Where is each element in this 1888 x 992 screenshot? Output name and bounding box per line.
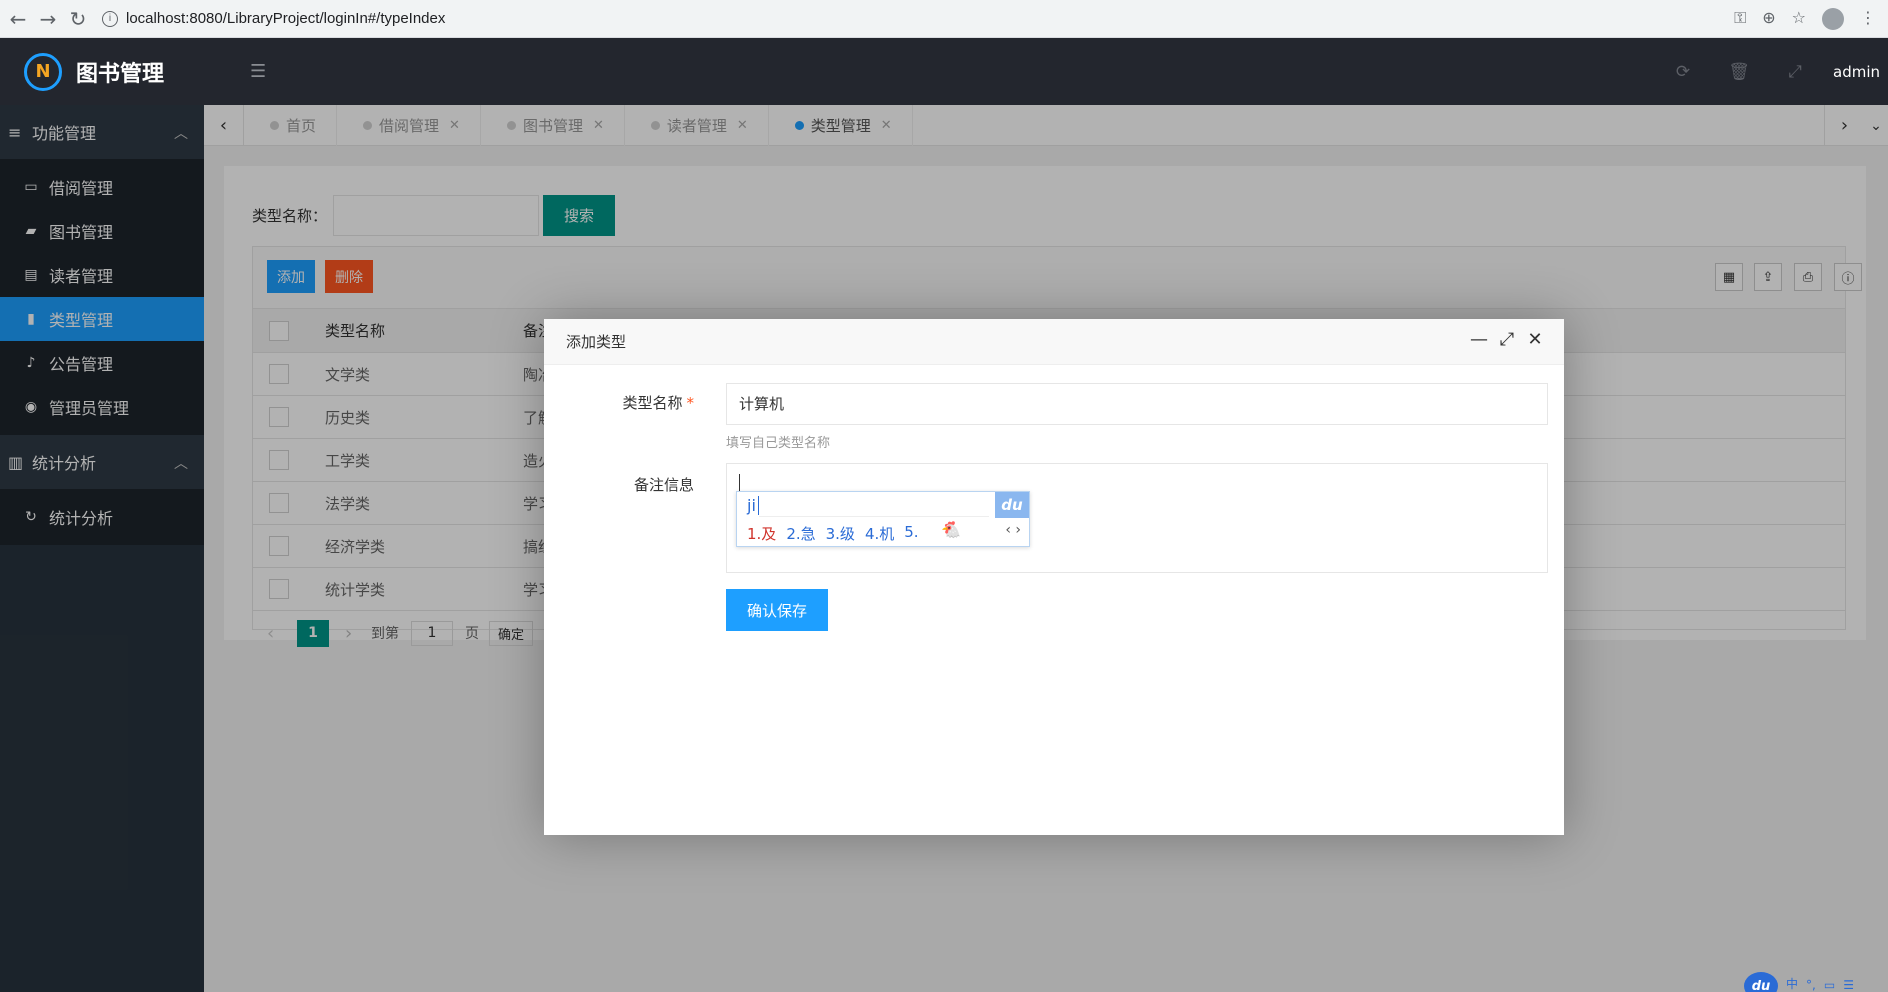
dialog-header: 添加类型 — ⤢ ✕ [544,319,1564,365]
type-name-input[interactable]: 计算机 [726,383,1548,425]
app-title: 图书管理 [76,61,165,87]
top-header: N 图书管理 ☰ ⟳ 🗑 ⤢ admin [0,38,1888,105]
site-info-icon[interactable]: i [102,10,118,27]
dialog-title: 添加类型 [566,333,627,351]
menu-dots-icon[interactable]: ⋮ [1860,8,1876,30]
back-icon[interactable]: ← [6,7,30,31]
ime-menu-icon[interactable]: ☰ [1843,978,1854,992]
brand: N 图书管理 [0,38,204,105]
zoom-icon[interactable]: ⊕ [1762,8,1775,30]
user-name[interactable]: admin [1833,63,1880,81]
ime-punctuation-icon[interactable]: °, [1806,978,1816,992]
add-type-dialog: 添加类型 — ⤢ ✕ 类型名称 * 计算机 填写自己类型名称 备注信息 ji du… [544,319,1564,835]
address-bar[interactable]: i localhost:8080/LibraryProject/loginIn#… [102,10,445,27]
save-button[interactable]: 确认保存 [726,589,828,631]
ime-candidate[interactable]: 4.机 [865,523,894,544]
logo-icon: N [24,52,62,91]
ime-divider [759,516,989,517]
browser-toolbar: ← → ↻ i localhost:8080/LibraryProject/lo… [0,0,1888,38]
type-name-hint: 填写自己类型名称 [726,436,831,451]
ime-candidate[interactable]: 1.及 [747,523,776,544]
star-icon[interactable]: ☆ [1792,8,1806,30]
text-cursor [739,474,740,492]
close-icon[interactable]: ✕ [1526,329,1544,350]
trash-icon[interactable]: 🗑 [1711,62,1767,82]
profile-avatar[interactable] [1822,8,1844,30]
ime-candidate-window: ji du 1.及 2.急 3.级 4.机 5. 🐔 ‹ › [736,491,1030,547]
maximize-icon[interactable]: ⤢ [1498,329,1516,350]
ime-keyboard-icon[interactable]: ▭ [1824,978,1835,992]
required-mark: * [686,394,695,412]
browser-actions: ⚿ ⊕ ☆ ⋮ [1734,8,1876,30]
fullscreen-icon[interactable]: ⤢ [1767,62,1823,82]
type-name-label-text: 类型名称 [622,394,683,412]
ime-candidates: 1.及 2.急 3.级 4.机 5. [747,523,919,544]
key-icon[interactable]: ⚿ [1734,8,1746,30]
ime-page-arrows-icon[interactable]: ‹ › [1005,522,1021,538]
menu-toggle-icon[interactable]: ☰ [250,61,266,82]
ime-status-bar: du 中 °, ▭ ☰ [1738,972,1888,992]
header-actions: ⟳ 🗑 ⤢ admin [1655,38,1888,105]
ime-candidate[interactable]: 3.级 [826,523,855,544]
ime-logo-icon: du [995,492,1029,518]
reload-icon[interactable]: ↻ [66,7,90,31]
refresh-icon[interactable]: ⟳ [1655,62,1711,82]
ime-mascot-icon: 🐔 [941,520,961,539]
url-text: localhost:8080/LibraryProject/loginIn#/t… [126,10,446,27]
ime-candidate[interactable]: 2.急 [786,523,815,544]
type-name-label: 类型名称 * [544,392,694,413]
minimize-icon[interactable]: — [1470,329,1488,350]
dialog-controls: — ⤢ ✕ [1470,329,1544,350]
forward-icon[interactable]: → [36,7,60,31]
ime-composition: ji [747,496,759,515]
ime-candidate[interactable]: 5. [904,523,918,544]
ime-status-logo-icon[interactable]: du [1744,972,1778,992]
ime-language[interactable]: 中 [1786,975,1798,992]
note-label: 备注信息 [633,476,694,494]
